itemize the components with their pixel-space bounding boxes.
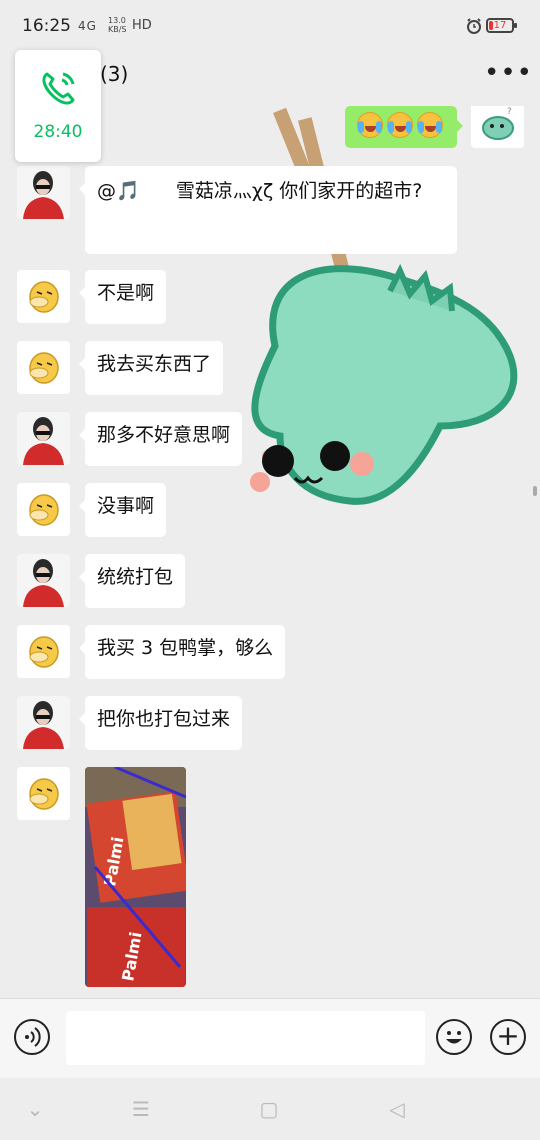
svg-text:?: ? [507, 107, 512, 117]
laughing-crying-emoji-icon [357, 112, 383, 138]
voice-input-button[interactable] [14, 1019, 50, 1055]
battery-fill [489, 21, 493, 30]
image-message[interactable]: Palmi Palmi [85, 767, 186, 987]
avatar-man-red-shirt[interactable] [17, 554, 70, 607]
status-bar: 16:25 4G 13.0 KB/S HD 17 [0, 0, 540, 52]
avatar-duck[interactable] [17, 483, 70, 536]
call-timer: 28:40 [33, 122, 83, 142]
message-bubble[interactable]: 没事啊 [78, 483, 167, 537]
man-avatar-icon [17, 554, 70, 607]
duck-avatar-icon [17, 767, 70, 820]
avatar-duck[interactable] [17, 341, 70, 394]
laughing-crying-emoji-icon [387, 112, 413, 138]
message-bubble[interactable]: 我去买东西了 [78, 341, 224, 395]
laughing-crying-emoji-icon [417, 112, 443, 138]
man-avatar-icon [17, 166, 70, 219]
outgoing-emoji-bubble[interactable] [345, 106, 463, 148]
battery-percent: 17 [493, 20, 507, 31]
emoji-button[interactable] [436, 1019, 472, 1055]
chevron-down-icon[interactable]: ⌄ [22, 1096, 48, 1122]
message-input[interactable] [66, 1011, 425, 1065]
dinosaur-avatar-icon: ? [482, 107, 514, 140]
chat-title: (3) [100, 62, 129, 86]
message-bubble[interactable]: 把你也打包过来 [78, 696, 243, 750]
network-speed: 13.0 KB/S [108, 16, 127, 34]
message-bubble[interactable]: @🎵 雪菇凉灬χζ 你们家开的超市? [79, 166, 457, 254]
message-bubble[interactable]: 统统打包 [78, 554, 186, 608]
avatar-man-red-shirt[interactable] [17, 166, 70, 219]
chat-messages-area[interactable]: ? @🎵 雪菇凉灬χζ 你们家开的超市? 不是啊 我去买东西了 那多不好意思啊 … [0, 106, 540, 998]
scroll-indicator[interactable] [533, 486, 537, 496]
duck-avatar-icon [17, 341, 70, 394]
duck-avatar-icon [17, 270, 70, 323]
man-avatar-icon [17, 696, 70, 749]
phone-call-icon [42, 72, 75, 105]
avatar-duck[interactable] [17, 625, 70, 678]
network-indicator: 4G [78, 19, 97, 33]
menu-icon[interactable]: ☰ [128, 1096, 154, 1122]
message-bubble[interactable]: 我买 3 包鸭掌，够么 [78, 625, 286, 679]
battery-icon: 17 [486, 18, 517, 33]
man-avatar-icon [17, 412, 70, 465]
hd-indicator: HD [132, 18, 152, 33]
avatar-man-red-shirt[interactable] [17, 412, 70, 465]
more-button[interactable]: ••• [484, 60, 532, 90]
message-bubble[interactable]: 那多不好意思啊 [78, 412, 243, 466]
back-icon[interactable]: ◁ [384, 1096, 410, 1122]
avatar-duck[interactable] [17, 270, 70, 323]
home-icon[interactable]: ▢ [256, 1096, 282, 1122]
system-nav-bar: ⌄ ☰ ▢ ◁ [0, 1078, 540, 1140]
more-actions-button[interactable]: + [490, 1019, 526, 1055]
my-avatar[interactable]: ? [471, 106, 524, 148]
avatar-man-red-shirt[interactable] [17, 696, 70, 749]
duck-avatar-icon [17, 625, 70, 678]
smiley-icon [446, 1031, 462, 1044]
voice-call-float-window[interactable]: 28:40 [15, 50, 101, 162]
input-bar: + [0, 998, 540, 1079]
avatar-duck[interactable] [17, 767, 70, 820]
duck-avatar-icon [17, 483, 70, 536]
status-time: 16:25 [22, 16, 71, 36]
snack-box-photo: Palmi Palmi [85, 767, 186, 987]
message-bubble[interactable]: 不是啊 [78, 270, 167, 324]
alarm-icon [467, 18, 481, 34]
voice-wave-icon [25, 1027, 41, 1047]
plus-icon: + [496, 1019, 520, 1052]
